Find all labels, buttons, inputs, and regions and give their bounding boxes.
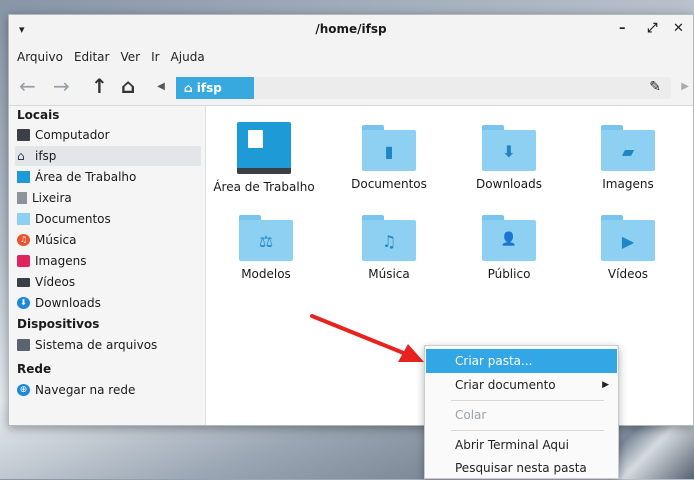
breadcrumb-ifsp[interactable]: ⌂ ifsp bbox=[176, 77, 254, 99]
sidebar-section-dispositivos: Dispositivos bbox=[17, 317, 100, 331]
menu-item-colar: Colar bbox=[455, 408, 487, 422]
crumb-scroll-right-button[interactable]: ▶ bbox=[681, 77, 689, 97]
home-icon: ⌂ bbox=[17, 149, 25, 163]
folder-modelos[interactable]: ⚖ Modelos bbox=[211, 215, 321, 281]
folder-area-de-trabalho[interactable]: Área de Trabalho bbox=[209, 122, 319, 194]
sidebar-item-navegar-na-rede[interactable]: ⊕ Navegar na rede bbox=[15, 380, 201, 400]
sidebar-item-label: Música bbox=[35, 233, 77, 247]
annotation-arrow bbox=[310, 314, 424, 362]
folder-label: Área de Trabalho bbox=[213, 180, 315, 194]
templates-folder-icon: ⚖ bbox=[239, 215, 293, 261]
sidebar-section-locais: Locais bbox=[17, 108, 60, 122]
sidebar-item-imagens[interactable]: Imagens bbox=[15, 251, 201, 271]
sidebar-item-musica[interactable]: ♫ Música bbox=[15, 230, 201, 250]
documents-folder-icon bbox=[17, 213, 30, 225]
folder-label: Downloads bbox=[476, 177, 542, 191]
folder-label: Imagens bbox=[602, 177, 654, 191]
title-bar: ▾ /home/ifsp – ⤢ ✕ bbox=[9, 15, 693, 45]
path-bar: ⌂ ifsp ✎ bbox=[176, 77, 671, 99]
breadcrumb-label: ifsp bbox=[196, 81, 222, 95]
back-button[interactable]: ← bbox=[19, 76, 36, 96]
menu-item-criar-pasta[interactable]: Criar pasta... bbox=[426, 349, 617, 373]
pictures-folder-icon: ▰ bbox=[601, 125, 655, 171]
folder-publico[interactable]: 👤 Público bbox=[454, 215, 564, 281]
menu-ver[interactable]: Ver bbox=[120, 50, 140, 64]
public-folder-icon: 👤 bbox=[482, 215, 536, 261]
downloads-folder-icon: ⬇ bbox=[482, 125, 536, 171]
music-icon: ♫ bbox=[17, 234, 30, 246]
folder-label: Documentos bbox=[351, 177, 427, 191]
sidebar-item-documentos[interactable]: Documentos bbox=[15, 209, 201, 229]
sidebar-item-label: Imagens bbox=[35, 254, 87, 268]
drive-icon bbox=[17, 339, 30, 351]
folder-label: Modelos bbox=[241, 267, 291, 281]
submenu-arrow-icon: ▶ bbox=[602, 380, 609, 390]
folder-label: Vídeos bbox=[607, 267, 649, 281]
up-button[interactable]: ↑ bbox=[91, 76, 108, 96]
computer-icon bbox=[17, 129, 30, 141]
sidebar-item-label: Lixeira bbox=[32, 191, 72, 205]
folder-musica[interactable]: ♫ Música bbox=[334, 215, 444, 281]
menu-item-abrir-terminal[interactable]: Abrir Terminal Aqui bbox=[426, 433, 617, 457]
sidebar-item-label: Sistema de arquivos bbox=[35, 338, 158, 352]
sidebar-item-label: Área de Trabalho bbox=[35, 170, 137, 184]
forward-button[interactable]: → bbox=[53, 76, 70, 96]
sidebar-item-ifsp[interactable]: ⌂ ifsp bbox=[15, 146, 201, 166]
menu-ajuda[interactable]: Ajuda bbox=[171, 50, 205, 64]
folder-documentos[interactable]: ▮ Documentos bbox=[334, 125, 444, 191]
sidebar-item-label: Vídeos bbox=[35, 275, 76, 289]
documents-folder-icon: ▮ bbox=[362, 125, 416, 171]
menu-separator bbox=[451, 400, 604, 401]
music-folder-icon: ♫ bbox=[362, 215, 416, 261]
sidebar-item-label: Documentos bbox=[35, 212, 111, 226]
edit-location-button[interactable]: ✎ bbox=[649, 79, 661, 95]
network-globe-icon: ⊕ bbox=[17, 384, 30, 396]
minimize-button[interactable]: – bbox=[619, 21, 626, 36]
toolbar: ← → ↑ ⌂ ◀ ⌂ ifsp ✎ ▶ bbox=[9, 69, 693, 106]
menu-separator bbox=[451, 430, 604, 431]
sidebar-item-area-de-trabalho[interactable]: Área de Trabalho bbox=[15, 167, 201, 187]
sidebar-item-lixeira[interactable]: Lixeira bbox=[15, 188, 201, 208]
close-button[interactable]: ✕ bbox=[673, 21, 684, 36]
menu-item-label: Criar documento bbox=[455, 378, 556, 392]
folder-videos[interactable]: ▶ Vídeos bbox=[573, 215, 683, 281]
sidebar-item-label: ifsp bbox=[35, 149, 57, 163]
sidebar-item-label: Navegar na rede bbox=[35, 383, 136, 397]
menu-ir[interactable]: Ir bbox=[151, 50, 159, 64]
pictures-icon bbox=[17, 255, 30, 267]
desktop-icon bbox=[17, 171, 30, 183]
menu-item-criar-documento[interactable]: Criar documento ▶ bbox=[426, 373, 617, 397]
menu-editar[interactable]: Editar bbox=[74, 50, 110, 64]
sidebar-item-label: Downloads bbox=[35, 296, 101, 310]
menu-item-pesquisar[interactable]: Pesquisar nesta pasta bbox=[426, 456, 617, 480]
sidebar-item-videos[interactable]: Vídeos bbox=[15, 272, 201, 292]
maximize-button[interactable]: ⤢ bbox=[647, 21, 657, 36]
home-button[interactable]: ⌂ bbox=[121, 76, 135, 96]
desktop-folder-icon bbox=[237, 122, 291, 174]
folder-label: Público bbox=[487, 267, 531, 281]
video-camera-icon bbox=[17, 277, 30, 287]
folder-downloads[interactable]: ⬇ Downloads bbox=[454, 125, 564, 191]
crumb-scroll-left-button[interactable]: ◀ bbox=[154, 77, 168, 97]
download-icon: ⬇ bbox=[17, 297, 30, 309]
menu-arquivo[interactable]: Arquivo bbox=[17, 50, 63, 64]
sidebar-item-label: Computador bbox=[35, 128, 110, 142]
sidebar-item-sistema-de-arquivos[interactable]: Sistema de arquivos bbox=[15, 335, 201, 355]
sidebar-item-downloads[interactable]: ⬇ Downloads bbox=[15, 293, 201, 313]
trash-icon bbox=[17, 192, 27, 204]
videos-folder-icon: ▶ bbox=[601, 215, 655, 261]
folder-label: Música bbox=[368, 267, 410, 281]
folder-imagens[interactable]: ▰ Imagens bbox=[573, 125, 683, 191]
sidebar: Locais Computador ⌂ ifsp Área de Trabalh… bbox=[9, 106, 206, 425]
home-icon: ⌂ bbox=[184, 81, 197, 95]
window-title: /home/ifsp bbox=[315, 22, 387, 36]
sidebar-section-rede: Rede bbox=[17, 362, 52, 376]
menu-bar: Arquivo Editar Ver Ir Ajuda bbox=[9, 45, 693, 69]
sidebar-item-computador[interactable]: Computador bbox=[15, 125, 201, 145]
context-menu: Criar pasta... Criar documento ▶ Colar A… bbox=[424, 345, 619, 479]
